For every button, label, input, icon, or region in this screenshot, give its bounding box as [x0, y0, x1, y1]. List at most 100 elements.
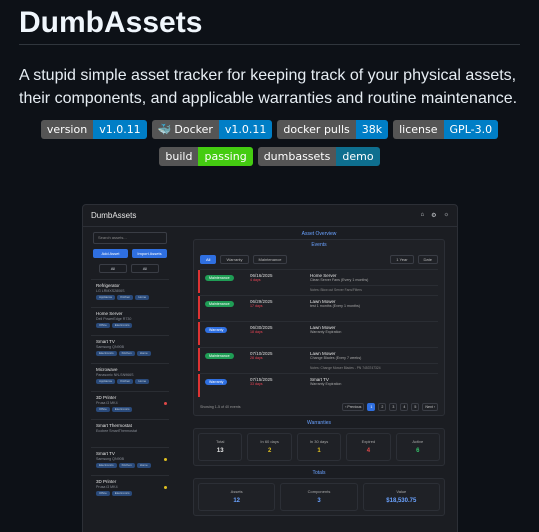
- asset-tag[interactable]: Office: [96, 407, 110, 412]
- warranty-card-label: Active: [412, 439, 424, 444]
- range-select[interactable]: 1 Year: [390, 255, 414, 264]
- overdue-bar: [198, 374, 200, 397]
- readme-title: DumbAssets: [19, 0, 520, 45]
- event-detail: Warranty Expiration: [310, 382, 342, 386]
- total-cards: Assets 12 Components 3 Value $18,530.75: [193, 478, 445, 516]
- asset-item[interactable]: Microwave Panasonic NN-SN966S Appliance Kit…: [91, 363, 169, 391]
- total-card[interactable]: Components 3: [280, 483, 358, 511]
- asset-model: Panasonic NN-SN966S: [96, 373, 134, 377]
- asset-tag[interactable]: Electronics: [111, 407, 133, 412]
- badge-value: demo: [336, 147, 380, 166]
- app-screenshot: DumbAssets ⌂ ⚙ ☼ Search assets... Add As…: [82, 204, 458, 532]
- page-button[interactable]: 1: [367, 403, 376, 411]
- prev-button[interactable]: ‹ Previous: [342, 403, 365, 411]
- event-row[interactable]: Maintenance 06/29/2025 17 days Lawn Mower te…: [198, 295, 438, 319]
- asset-item[interactable]: Smart TV Samsung QN90B Electronics Kitchen H…: [91, 335, 169, 363]
- warranties-heading: Warranties: [307, 420, 331, 426]
- add-asset-button[interactable]: Add Asset: [93, 249, 128, 258]
- asset-item[interactable]: 3D Printer Prusa i3 MK4 Office Electronics: [91, 475, 169, 503]
- warranty-card[interactable]: In 60 days 2: [247, 433, 292, 461]
- filter-all[interactable]: All: [200, 255, 217, 264]
- total-card[interactable]: Assets 12: [198, 483, 276, 511]
- event-detail: Clean Server Fans (Every 1 months): [310, 278, 369, 282]
- badge-row-2: build passing dumbassets demo: [19, 147, 520, 166]
- asset-tag[interactable]: Electronics: [111, 323, 133, 328]
- badge-docker-pulls[interactable]: docker pulls 38k: [277, 120, 389, 139]
- asset-item[interactable]: Home Server Dell PowerEdge R730 Office Elec…: [91, 307, 169, 335]
- tag-filter[interactable]: All: [131, 264, 159, 273]
- event-type: Maintenance: [200, 270, 250, 293]
- app-title: DumbAssets: [91, 211, 137, 220]
- asset-tag[interactable]: Home: [136, 351, 151, 356]
- page-button[interactable]: 5: [411, 403, 420, 411]
- warranty-card-label: In 30 days: [309, 439, 329, 444]
- asset-tag[interactable]: Appliance: [96, 295, 116, 300]
- filter-maintenance[interactable]: Maintenance: [252, 255, 288, 264]
- sort-select[interactable]: Date: [417, 255, 438, 264]
- badge-version[interactable]: version v1.0.11: [40, 120, 147, 139]
- asset-item[interactable]: 3D Printer Prusa i3 MK4 Office Electronics: [91, 391, 169, 419]
- asset-model: Prusa i3 MK4: [96, 485, 118, 489]
- search-input[interactable]: Search assets...: [93, 232, 167, 244]
- event-status: 18 days: [250, 330, 263, 334]
- warranty-card[interactable]: Total 13: [198, 433, 243, 461]
- badge-Docker[interactable]: 🐳 Docker v1.0.11: [151, 120, 273, 139]
- warranty-card-label: Total: [215, 439, 225, 444]
- event-status: 4 days: [250, 278, 261, 282]
- home-icon[interactable]: ⌂: [420, 212, 424, 219]
- asset-tag[interactable]: Kitchen: [117, 295, 134, 300]
- event-type-pill: Warranty: [205, 379, 228, 385]
- event-row[interactable]: Warranty 06/30/2025 18 days Lawn Mower Warra…: [198, 321, 438, 345]
- badge-label: license: [393, 120, 444, 139]
- sun-icon[interactable]: ☼: [444, 212, 450, 219]
- app-main: Asset Overview Events All Warranty Maint…: [193, 229, 445, 532]
- event-info: Lawn Mower Change Blades (Every 7 weeks) N…: [310, 348, 438, 371]
- asset-item[interactable]: Smart TV Samsung QN90B Electronics Kitchen H…: [91, 447, 169, 475]
- asset-tag[interactable]: Appliance: [96, 379, 116, 384]
- total-card[interactable]: Value $18,530.75: [362, 483, 440, 511]
- warranty-card-value: 13: [216, 448, 224, 454]
- event-status: 33 days: [250, 382, 263, 386]
- status-dot: [164, 486, 167, 489]
- warranty-card-value: 2: [267, 448, 272, 454]
- asset-tag[interactable]: Office: [96, 323, 110, 328]
- warranty-card[interactable]: Active 6: [395, 433, 441, 461]
- asset-tag[interactable]: Kitchen: [117, 379, 134, 384]
- total-card-label: Components: [307, 489, 331, 494]
- asset-item[interactable]: Smart Thermostat Ecobee SmartThermostat: [91, 419, 169, 447]
- asset-name: Microwave: [96, 367, 118, 372]
- asset-tag[interactable]: Office: [96, 491, 110, 496]
- page-button[interactable]: 4: [400, 403, 409, 411]
- event-row[interactable]: Maintenance 07/10/2025 28 days Lawn Mower Ch…: [198, 347, 438, 371]
- asset-item[interactable]: Refrigerator LG LRMXS2806S Appliance Kitche…: [91, 279, 169, 307]
- badge-value: GPL-3.0: [443, 120, 499, 139]
- asset-tag[interactable]: Kitchen: [118, 351, 135, 356]
- page-button[interactable]: 2: [378, 403, 387, 411]
- asset-tag[interactable]: Electronics: [111, 491, 133, 496]
- filter-warranty[interactable]: Warranty: [220, 255, 249, 264]
- total-card-value: 3: [317, 498, 321, 504]
- event-row[interactable]: Warranty 07/15/2025 33 days Smart TV Warrant…: [198, 373, 438, 397]
- event-list: Maintenance 06/16/2025 4 days Home Server Cl…: [194, 269, 444, 397]
- asset-tag[interactable]: Kitchen: [118, 463, 135, 468]
- gear-icon[interactable]: ⚙: [431, 212, 436, 219]
- asset-tag[interactable]: Home: [135, 379, 150, 384]
- badge-build[interactable]: build passing: [159, 147, 253, 166]
- import-assets-button[interactable]: Import Assets: [132, 249, 167, 258]
- badge-dumbassets[interactable]: dumbassets demo: [257, 147, 380, 166]
- readme-page: DumbAssets A stupid simple asset tracker…: [0, 0, 539, 532]
- asset-model: Ecobee SmartThermostat: [96, 429, 137, 433]
- badge-license[interactable]: license GPL-3.0: [393, 120, 499, 139]
- asset-tag[interactable]: Electronics: [96, 463, 117, 468]
- sort-filter[interactable]: All: [99, 264, 127, 273]
- warranty-card[interactable]: In 30 days 1: [296, 433, 342, 461]
- asset-name: 3D Printer: [96, 395, 117, 400]
- asset-tag[interactable]: Home: [136, 463, 151, 468]
- page-button[interactable]: 3: [389, 403, 398, 411]
- next-button[interactable]: Next ›: [422, 403, 438, 411]
- warranty-card[interactable]: Expired 4: [346, 433, 391, 461]
- warranty-card-label: In 60 days: [260, 439, 279, 444]
- event-row[interactable]: Maintenance 06/16/2025 4 days Home Server Cl…: [198, 269, 438, 293]
- asset-tag[interactable]: Electronics: [96, 351, 117, 356]
- asset-tag[interactable]: Home: [135, 295, 150, 300]
